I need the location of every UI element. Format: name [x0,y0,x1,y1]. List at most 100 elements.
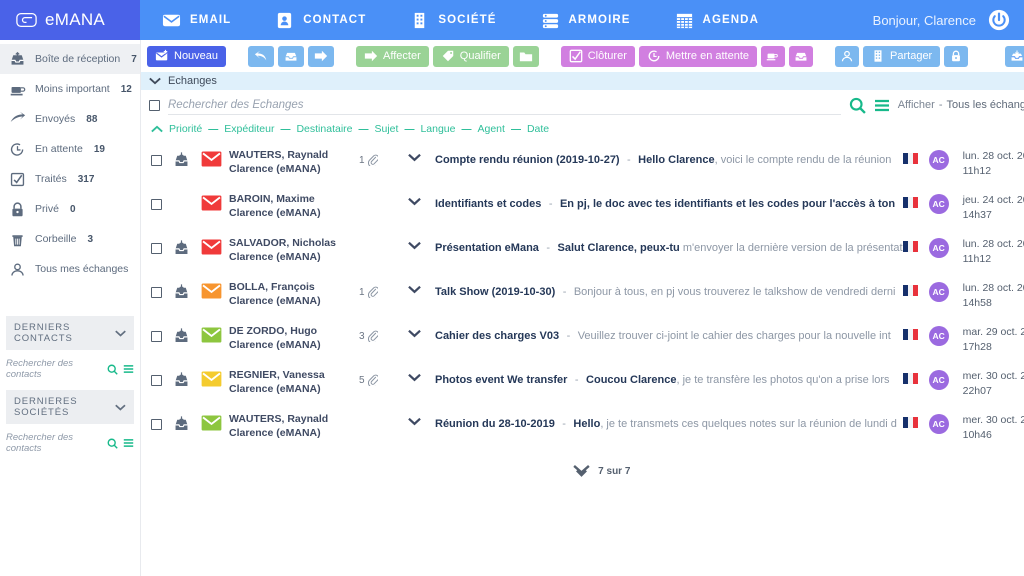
reply-button[interactable] [248,45,275,67]
nav-item-societe[interactable]: SOCIÉTÉ [388,0,518,40]
envelope-icon[interactable] [201,151,222,167]
nav-label-societe: SOCIÉTÉ [438,14,497,26]
lock-button[interactable] [944,45,969,67]
brand-logo-area[interactable]: eMANA [0,0,140,40]
row-avatar-cell: AC [928,407,963,434]
table-row[interactable]: REGNIER, Vanessa Clarence (eMANA) 5 Phot… [141,363,1024,407]
hamburger-icon[interactable] [874,99,890,112]
mettre-en-attente-button[interactable]: Mettre en attente [638,45,758,67]
sidebar-item-inbox[interactable]: Boîte de réception 7 [0,44,140,74]
search-input[interactable] [168,96,841,115]
row-checkbox[interactable] [151,419,162,430]
sort-item-sujet[interactable]: Sujet [375,123,399,135]
cloturer-button[interactable]: Clôturer [560,45,635,67]
chevron-down-icon[interactable] [407,153,421,162]
envelope-icon[interactable] [201,283,222,299]
search-icon[interactable] [849,97,866,114]
sidebar-item-private[interactable]: Privé 0 [0,194,140,224]
power-icon[interactable] [988,9,1010,31]
table-row[interactable]: SALVADOR, Nicholas Clarence (eMANA) Prés… [141,231,1024,275]
partager-button[interactable]: Partager [863,45,941,67]
chevron-down-icon[interactable] [407,373,421,382]
chevron-down-icon[interactable] [407,285,421,294]
hamburger-icon[interactable] [123,364,134,374]
sidebar-item-pending[interactable]: En attente 19 [0,134,140,164]
moins-important-button[interactable] [761,45,786,67]
sidebar-item-all-exchanges[interactable]: Tous mes échanges [0,254,140,284]
sidebar-item-processed[interactable]: Traités 317 [0,164,140,194]
table-row[interactable]: WAUTERS, Raynald Clarence (eMANA) 1 Comp… [141,143,1024,187]
sidebar-section-dernieres-societes[interactable]: DERNIERES SOCIÉTÉS [6,390,134,424]
france-flag-icon [902,329,918,340]
chevron-double-down-icon[interactable] [573,465,590,477]
table-row[interactable]: WAUTERS, Raynald Clarence (eMANA) Réunio… [141,407,1024,451]
attachment-count: 3 [359,330,365,342]
nouveau-button[interactable]: Nouveau [147,45,227,67]
afficher-filter[interactable]: Afficher - Tous les échanges [898,99,1024,111]
reply-inbox-button[interactable] [278,45,305,67]
envelope-icon[interactable] [201,415,222,431]
envelope-icon[interactable] [201,239,222,255]
folder-button[interactable] [512,45,539,67]
avatar[interactable]: AC [928,238,949,258]
nav-item-armoire[interactable]: ARMOIRE [519,0,653,40]
sort-item-date[interactable]: Date [527,123,549,135]
sidebar-section-derniers-contacts[interactable]: DERNIERS CONTACTS [6,316,134,350]
sidebar-item-less-important[interactable]: Moins important 12 [0,74,140,104]
sort-item-langue[interactable]: Langue [420,123,455,135]
avatar[interactable]: AC [928,326,949,346]
chevron-down-icon[interactable] [407,241,421,250]
sort-item-expediteur[interactable]: Expéditeur [224,123,274,135]
nav-label-armoire: ARMOIRE [568,14,631,26]
forward-button[interactable] [308,45,335,67]
row-expand-cell [393,231,435,250]
row-checkbox[interactable] [151,375,162,386]
search-icon[interactable] [107,364,118,375]
affecter-button[interactable]: Affecter [356,45,429,67]
sidebar-contacts-search[interactable]: Rechercher des contacts [0,350,140,380]
sort-item-priorite[interactable]: Priorité [169,123,202,135]
row-sender-cell: WAUTERS, Raynald Clarence (eMANA) [229,407,359,440]
subject-separator: - [562,418,566,430]
contact-button[interactable] [835,45,860,67]
afficher-value: Tous les échanges [946,99,1024,111]
chevron-down-icon[interactable] [407,329,421,338]
row-checkbox[interactable] [151,287,162,298]
sort-asc-icon[interactable] [151,125,163,133]
chevron-down-icon[interactable] [149,77,161,85]
envelope-icon[interactable] [201,327,222,343]
avatar[interactable]: AC [928,370,949,390]
sidebar-item-sent[interactable]: Envoyés 88 [0,104,140,134]
row-checkbox[interactable] [151,331,162,342]
paperclip-icon [367,286,378,298]
table-row[interactable]: BAROIN, Maxime Clarence (eMANA) Identifi… [141,187,1024,231]
avatar[interactable]: AC [928,282,949,302]
archive-inbox-button[interactable] [789,45,814,67]
select-all-checkbox[interactable] [149,99,160,111]
sort-item-destinataire[interactable]: Destinataire [296,123,352,135]
paperclip-icon [367,330,378,342]
avatar[interactable]: AC [928,150,949,170]
sidebar-item-trash[interactable]: Corbeille 3 [0,224,140,254]
chevron-down-icon[interactable] [407,197,421,206]
nav-item-email[interactable]: EMAIL [140,0,253,40]
table-row[interactable]: BOLLA, François Clarence (eMANA) 1 Talk … [141,275,1024,319]
row-checkbox[interactable] [151,243,162,254]
download-button[interactable] [1004,45,1024,67]
row-checkbox[interactable] [151,199,162,210]
row-flag-cell [902,275,929,296]
envelope-icon[interactable] [201,371,222,387]
nav-item-contact[interactable]: CONTACT [253,0,388,40]
chevron-down-icon[interactable] [407,417,421,426]
sidebar-societes-search[interactable]: Rechercher des contacts [0,424,140,454]
search-icon[interactable] [107,438,118,449]
envelope-icon[interactable] [201,195,222,211]
qualifier-button[interactable]: Qualifier [432,45,509,67]
avatar[interactable]: AC [928,414,949,434]
avatar[interactable]: AC [928,194,949,214]
table-row[interactable]: DE ZORDO, Hugo Clarence (eMANA) 3 Cahier… [141,319,1024,363]
nav-item-agenda[interactable]: AGENDA [653,0,781,40]
hamburger-icon[interactable] [123,438,134,448]
row-checkbox[interactable] [151,155,162,166]
sort-item-agent[interactable]: Agent [477,123,504,135]
